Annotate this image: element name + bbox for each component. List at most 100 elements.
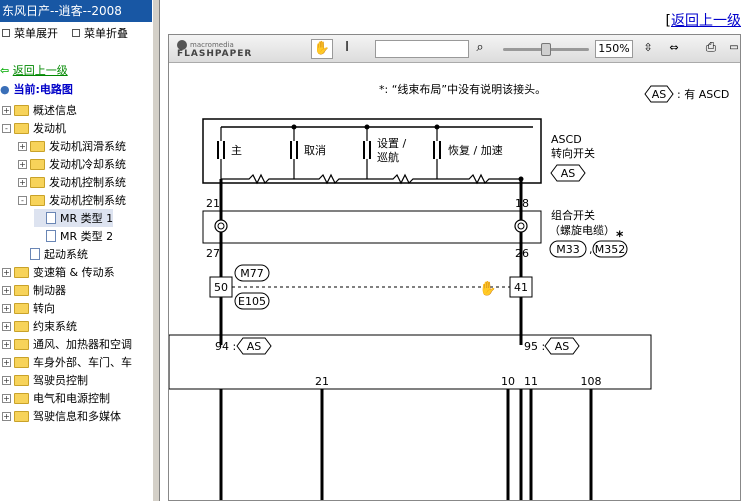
find-input[interactable] [375, 40, 469, 58]
ascd-label-1: ASCD [551, 133, 582, 146]
pin-top-right: 18 [515, 197, 529, 210]
ecm-bottom-pin-108: 108 [581, 375, 602, 388]
top-back-link[interactable]: [返回上一级 [666, 10, 741, 30]
tree-item[interactable]: MR 类型 1 [34, 209, 114, 227]
text-select-icon[interactable]: I [339, 39, 355, 59]
tree-item[interactable]: MR 类型 2 [34, 227, 113, 245]
switch-cruise-label: 巡航 [377, 150, 399, 164]
fit-page-icon[interactable]: ⇔ [665, 39, 683, 59]
search-icon[interactable]: ⌕ [471, 39, 489, 59]
tree-item[interactable]: + 制动器 [2, 281, 66, 299]
ecm-right-tag: AS [555, 340, 570, 353]
expand-node-icon[interactable]: + [2, 303, 11, 313]
expand-collapse-bar: 菜单展开 菜单折叠 [0, 22, 152, 44]
tree-item[interactable]: + 发动机冷却系统 [18, 155, 126, 173]
tree-item[interactable]: + 电气和电源控制 [2, 389, 110, 407]
folder-icon [14, 338, 29, 350]
tree-item[interactable]: 起动系统 [18, 245, 88, 263]
tree-item-label: 发动机润滑系统 [49, 140, 126, 153]
document-icon [46, 212, 56, 224]
tree-item[interactable]: + 转向 [2, 299, 55, 317]
tree-item[interactable]: - 发动机 [2, 119, 66, 137]
expand-node-icon[interactable]: + [2, 339, 11, 349]
tree-item[interactable]: + 约束系统 [2, 317, 77, 335]
diagram-note: *: “线束布局”中没有说明该接头。 [379, 82, 546, 96]
ecm-bottom-pin-11: 11 [524, 375, 538, 388]
expand-node-icon[interactable]: + [2, 357, 11, 367]
expand-node-icon[interactable]: + [2, 411, 11, 421]
ecm-left-tag: AS [247, 340, 262, 353]
ascd-label-2: 转向开关 [551, 146, 595, 160]
expand-node-icon[interactable]: + [18, 141, 27, 151]
hand-cursor-icon: ✋ [479, 280, 496, 297]
svg-text:,: , [589, 243, 593, 256]
pin-bottom-right: 26 [515, 247, 529, 260]
flashpaper-viewer[interactable]: macromedia FLASHPAPER ✋ I ⌕ 150% ⇳ ⇔ ⎙ ▭… [168, 34, 741, 501]
hand-tool-icon[interactable]: ✋ [311, 39, 333, 59]
tree-item[interactable]: + 通风、加热器和空调 [2, 335, 132, 353]
tree-item[interactable]: + 车身外部、车门、车 [2, 353, 132, 371]
tree-item-label: 起动系统 [44, 248, 88, 261]
combo-label-2: （螺旋电缆） [549, 223, 615, 237]
folder-icon [14, 410, 29, 422]
flashpaper-toolbar: macromedia FLASHPAPER ✋ I ⌕ 150% ⇳ ⇔ ⎙ ▭ [169, 35, 740, 63]
zoom-level[interactable]: 150% [595, 40, 633, 58]
tree-item-label: 概述信息 [33, 104, 77, 117]
legend-tag: AS [652, 88, 667, 101]
tree-item-label: 发动机 [33, 122, 66, 135]
combo-label-1: 组合开关 [551, 208, 595, 222]
combo-conn-1: M33 [556, 243, 580, 256]
tree-item[interactable]: - 发动机控制系统 [18, 191, 126, 209]
switch-main-label: 主 [231, 144, 242, 157]
back-link[interactable]: ⇦ 返回上一级 [0, 62, 68, 78]
ascd-tag: AS [561, 167, 576, 180]
tree-item-label: 发动机冷却系统 [49, 158, 126, 171]
zoom-slider-handle[interactable] [541, 43, 551, 56]
switch-resume-label: 恢复 / 加速 [448, 143, 503, 157]
expand-node-icon[interactable]: + [2, 321, 11, 331]
tree-item[interactable]: + 驾驶员控制 [2, 371, 88, 389]
folder-icon [30, 176, 45, 188]
term-left: 50 [214, 281, 228, 294]
more-icon[interactable]: ▭ [727, 39, 740, 59]
folder-icon [14, 104, 29, 116]
collapse-node-icon[interactable]: - [18, 195, 27, 205]
print-icon[interactable]: ⎙ [701, 39, 721, 59]
tree-item-label: 通风、加热器和空调 [33, 338, 132, 351]
folder-icon [30, 194, 45, 206]
back-arrow-icon: ⇦ [0, 64, 10, 77]
tree-item[interactable]: + 发动机润滑系统 [18, 137, 126, 155]
collapse-node-icon[interactable]: - [2, 123, 11, 133]
collapse-all-button[interactable]: 菜单折叠 [84, 25, 128, 41]
folder-icon [14, 266, 29, 278]
ecm-bottom-pin-21: 21 [315, 375, 329, 388]
legend-text: : 有 ASCD [677, 87, 729, 101]
tree-item-label: 制动器 [33, 284, 66, 297]
tree-item[interactable]: + 变速箱 & 传动系 [2, 263, 115, 281]
tree-item[interactable]: + 概述信息 [2, 101, 77, 119]
folder-icon [14, 122, 29, 134]
fit-width-icon[interactable]: ⇳ [639, 39, 657, 59]
tree-item-label: MR 类型 2 [60, 230, 114, 243]
expand-node-icon[interactable]: + [2, 105, 11, 115]
location-icon: ● [0, 83, 10, 96]
folder-icon [14, 356, 29, 368]
expand-node-icon[interactable]: + [2, 267, 11, 277]
tree-item[interactable]: + 驾驶信息和多媒体 [2, 407, 121, 425]
term-right: 41 [514, 281, 528, 294]
wiring-diagram: *: “线束布局”中没有说明该接头。 AS : 有 ASCD 主 取消 设置 / [169, 82, 729, 500]
folder-icon [14, 320, 29, 332]
expand-node-icon[interactable]: + [2, 375, 11, 385]
tree-item[interactable]: + 发动机控制系统 [18, 173, 126, 191]
expand-all-button[interactable]: 菜单展开 [14, 25, 58, 41]
expand-node-icon[interactable]: + [18, 177, 27, 187]
expand-node-icon[interactable]: + [18, 159, 27, 169]
expand-node-icon[interactable]: + [2, 393, 11, 403]
tree-item-label: 约束系统 [33, 320, 77, 333]
folder-icon [14, 374, 29, 386]
document-icon [46, 230, 56, 242]
folder-icon [14, 284, 29, 296]
pane-splitter[interactable] [152, 0, 160, 501]
pin-bottom-left: 27 [206, 247, 220, 260]
expand-node-icon[interactable]: + [2, 285, 11, 295]
